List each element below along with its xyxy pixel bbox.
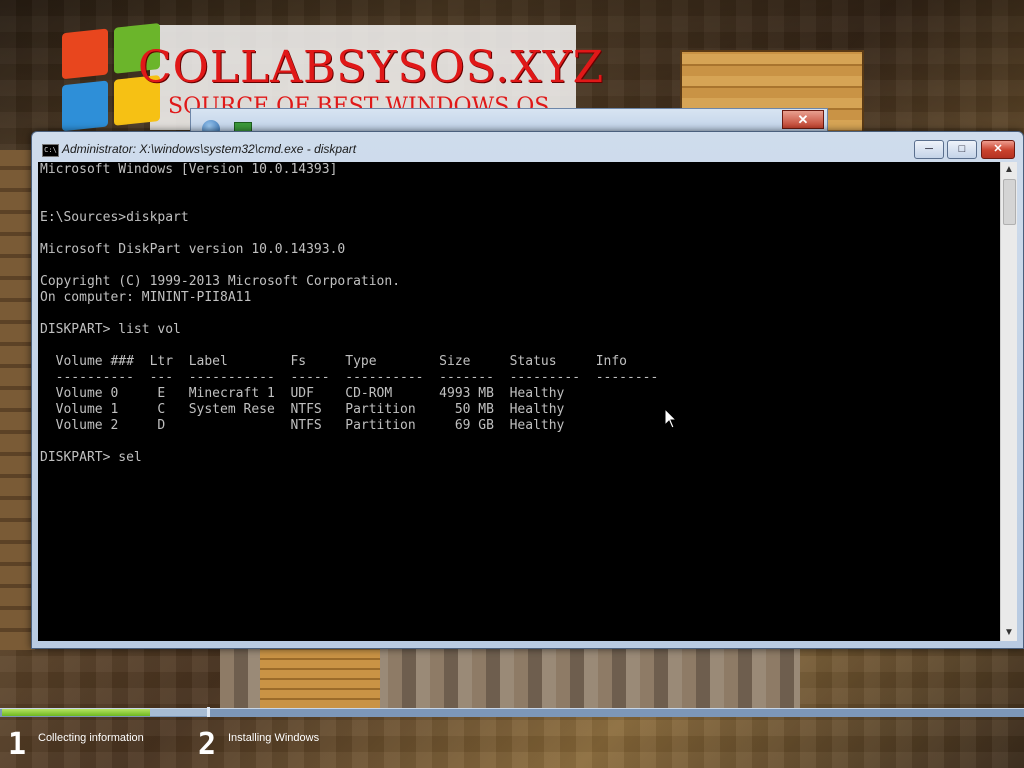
cmd-window[interactable]: C:\ Administrator: X:\windows\system32\c… <box>31 131 1024 649</box>
setup-progress-fill <box>2 709 150 716</box>
progress-separator <box>207 707 210 717</box>
cmd-titlebar[interactable]: C:\ Administrator: X:\windows\system32\c… <box>32 132 1023 162</box>
step-label: Collecting information <box>38 732 144 744</box>
background-wood <box>0 150 35 650</box>
close-button[interactable]: ✕ <box>981 140 1015 159</box>
vertical-scrollbar[interactable]: ▲ ▼ <box>1000 162 1017 641</box>
behind-window-close-button[interactable]: ✕ <box>782 110 824 129</box>
mouse-pointer-icon <box>664 408 678 429</box>
cmd-icon: C:\ <box>42 144 59 157</box>
scrollbar-thumb[interactable] <box>1003 179 1016 225</box>
step-label: Installing Windows <box>228 732 320 744</box>
background-fence <box>260 648 380 708</box>
minimize-button[interactable]: ─ <box>914 140 944 159</box>
cmd-window-title: Administrator: X:\windows\system32\cmd.e… <box>62 142 357 156</box>
maximize-button[interactable]: □ <box>947 140 977 159</box>
scroll-down-icon[interactable]: ▼ <box>1001 625 1017 641</box>
console-output[interactable]: Microsoft Windows [Version 10.0.14393] E… <box>38 162 1000 641</box>
step-number: 2 <box>198 727 217 762</box>
watermark-title: COLLABSYSOS.XYZ <box>138 42 605 93</box>
scroll-up-icon[interactable]: ▲ <box>1001 162 1017 178</box>
step-number: 1 <box>8 727 27 762</box>
console-text: Microsoft Windows [Version 10.0.14393] E… <box>40 162 659 465</box>
